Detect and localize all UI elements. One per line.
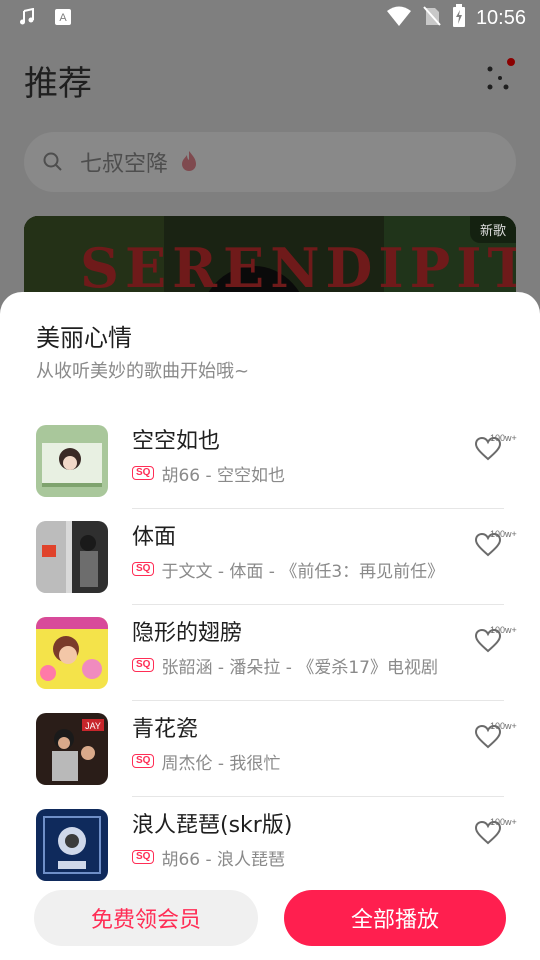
svg-text:A: A bbox=[59, 12, 67, 24]
status-bar: A 10:56 bbox=[0, 0, 540, 36]
song-artist-album: 胡66 - 空空如也 bbox=[161, 465, 286, 486]
song-meta: SQ 周杰伦 - 我很忙 bbox=[132, 749, 452, 774]
battery-charging-icon bbox=[452, 4, 466, 32]
song-row[interactable]: JAY 青花瓷 SQ 周杰伦 - 我很忙 100w+ bbox=[0, 701, 540, 797]
song-title: 空空如也 bbox=[132, 429, 221, 454]
song-row[interactable]: 隐形的翅膀 SQ 张韶涵 - 潘朵拉 - 《爱杀17》电视剧 100w+ bbox=[0, 605, 540, 701]
song-meta: SQ 胡66 - 浪人琵琶 bbox=[132, 845, 452, 870]
page-title: 推荐 bbox=[24, 64, 92, 104]
hot-flame-icon bbox=[180, 150, 198, 176]
status-time: 10:56 bbox=[475, 7, 526, 29]
song-title: 隐形的翅膀 bbox=[132, 621, 243, 646]
like-count: 100w+ bbox=[490, 721, 517, 731]
album-cover bbox=[36, 617, 108, 689]
song-artist-album: 周杰伦 - 我很忙 bbox=[161, 753, 281, 774]
album-cover bbox=[36, 425, 108, 497]
song-row[interactable]: 体面 SQ 于文文 - 体面 - 《前任3：再见前任》 100w+ bbox=[0, 509, 540, 605]
song-meta: SQ 胡66 - 空空如也 bbox=[132, 461, 452, 486]
album-cover bbox=[36, 809, 108, 881]
song-row[interactable]: 空空如也 SQ 胡66 - 空空如也 100w+ bbox=[0, 413, 540, 509]
sq-badge: SQ bbox=[132, 466, 155, 480]
sheet-title: 美丽心情 bbox=[36, 324, 132, 352]
text-a-icon: A bbox=[54, 8, 72, 30]
svg-text:JAY: JAY bbox=[85, 721, 101, 731]
no-sim-icon bbox=[422, 5, 442, 31]
banner-title: SERENDIPITY bbox=[80, 236, 516, 300]
sq-badge: SQ bbox=[132, 658, 155, 672]
free-vip-button[interactable]: 免费领会员 bbox=[34, 890, 258, 946]
song-artist-album: 胡66 - 浪人琵琶 bbox=[161, 849, 286, 870]
like-count: 100w+ bbox=[490, 529, 517, 539]
banner-tag: 新歌 bbox=[469, 216, 516, 243]
like-count: 100w+ bbox=[490, 625, 517, 635]
dots-menu-icon bbox=[487, 58, 515, 90]
sq-badge: SQ bbox=[132, 754, 155, 768]
song-meta: SQ 张韶涵 - 潘朵拉 - 《爱杀17》电视剧 bbox=[132, 653, 452, 678]
like-count: 100w+ bbox=[490, 817, 517, 827]
song-meta: SQ 于文文 - 体面 - 《前任3：再见前任》 bbox=[132, 557, 452, 582]
sheet-subtitle: 从收听美妙的歌曲开始哦~ bbox=[36, 361, 250, 382]
sq-badge: SQ bbox=[132, 562, 155, 576]
song-row[interactable]: 浪人琵琶(skr版) SQ 胡66 - 浪人琵琶 100w+ bbox=[0, 797, 540, 893]
song-artist-album: 张韶涵 - 潘朵拉 - 《爱杀17》电视剧 bbox=[161, 657, 438, 678]
wifi-icon bbox=[386, 5, 412, 31]
song-artist-album: 于文文 - 体面 - 《前任3：再见前任》 bbox=[161, 561, 445, 582]
album-cover: JAY bbox=[36, 713, 108, 785]
song-title: 浪人琵琶(skr版) bbox=[132, 813, 293, 838]
song-title: 体面 bbox=[132, 525, 177, 550]
music-note-icon bbox=[18, 7, 36, 30]
song-title: 青花瓷 bbox=[132, 717, 199, 742]
play-all-button[interactable]: 全部播放 bbox=[284, 890, 506, 946]
like-count: 100w+ bbox=[490, 433, 517, 443]
album-cover bbox=[36, 521, 108, 593]
search-icon bbox=[42, 151, 64, 177]
more-menu-button[interactable] bbox=[478, 58, 518, 98]
search-placeholder: 七叔空降 bbox=[80, 152, 169, 177]
sq-badge: SQ bbox=[132, 850, 155, 864]
